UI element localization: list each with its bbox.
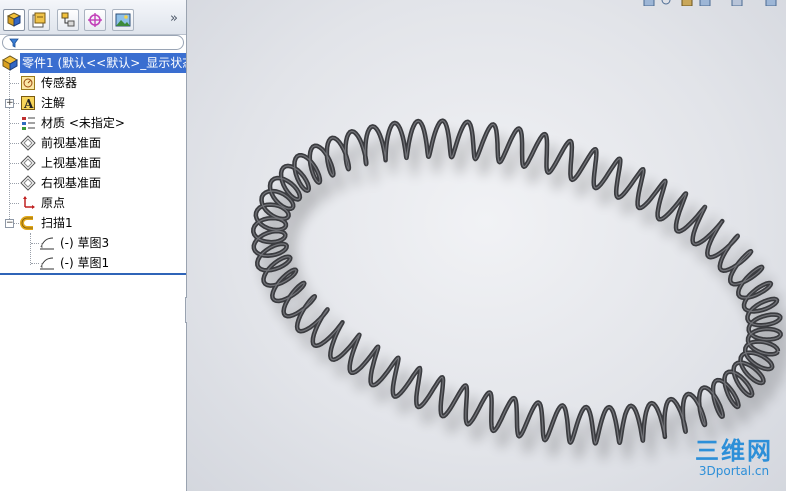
plane-icon [20,135,36,151]
sweep-icon [20,216,33,230]
tree-item-label: 原点 [41,196,66,210]
svg-text:A: A [23,97,34,111]
property-manager-icon [32,12,46,28]
dimxpert-icon [88,13,102,27]
display-manager-icon [115,13,131,27]
spring-shadow [258,131,786,462]
tree-item-label: 传感器 [41,76,78,90]
tree-item-sketch3[interactable]: (-) 草图3 [0,233,186,253]
sensor-icon [21,76,35,90]
tree-root-part[interactable]: 零件1 (默认<<默认>_显示状态 [0,53,186,73]
collapse-toggle-icon[interactable]: − [5,219,14,228]
filter-icon [9,38,19,48]
sketch-icon [40,257,54,270]
configuration-manager-icon [61,12,75,27]
tree-item-material[interactable]: 材质 <未指定> [0,113,186,133]
part-icon [2,55,18,71]
property-manager-tab[interactable] [28,9,50,31]
expand-toggle-icon[interactable]: + [5,99,14,108]
watermark-site: 3Dportal.cn [698,464,770,478]
tree-item-sweep[interactable]: − 扫描1 [0,213,186,233]
plane-icon [20,175,36,191]
tree-item-front-plane[interactable]: 前视基准面 [0,133,186,153]
tree-item-origin[interactable]: 原点 [0,193,186,213]
tree-item-annotations[interactable]: + A 注解 [0,93,186,113]
watermark-logo: 三维网 [695,437,773,465]
tree-item-label: 右视基准面 [41,176,102,190]
display-manager-tab[interactable] [112,9,134,31]
tree-item-top-plane[interactable]: 上视基准面 [0,153,186,173]
manager-tab-bar: » [0,0,186,35]
feature-manager-panel: » 零件1 (默认<<默认>_显示状态 传感器 + A 注解 材质 <未指定> … [0,0,187,491]
origin-icon [23,196,35,209]
tree-item-label: 上视基准面 [41,156,102,170]
tree-item-label: 材质 <未指定> [41,116,125,130]
dimxpert-manager-tab[interactable] [84,9,106,31]
tree-item-label: 扫描1 [41,216,73,230]
tree-item-label: (-) 草图3 [60,236,110,250]
site-watermark: 三维网 3Dportal.cn [684,438,784,478]
feature-manager-icon [6,12,22,27]
plane-icon [20,155,36,171]
tree-item-sensors[interactable]: 传感器 [0,73,186,93]
tree-root-label: 零件1 (默认<<默认>_显示状态 [20,53,186,73]
annotation-icon: A [21,96,35,111]
tree-item-label: 前视基准面 [41,136,102,150]
more-tabs-chevron-icon[interactable]: » [170,11,178,26]
tree-item-label: (-) 草图1 [60,256,110,270]
feature-manager-tab[interactable] [3,9,25,31]
tree-filter-field[interactable] [2,35,184,50]
panel-divider [0,273,186,275]
material-icon [22,117,35,130]
spring-model[interactable] [187,0,786,491]
tree-item-sketch1[interactable]: (-) 草图1 [0,253,186,273]
graphics-viewport[interactable]: 三维网 3Dportal.cn [187,0,786,491]
sketch-icon [40,237,54,250]
configuration-manager-tab[interactable] [57,9,79,31]
tree-item-right-plane[interactable]: 右视基准面 [0,173,186,193]
tree-item-label: 注解 [41,96,66,110]
